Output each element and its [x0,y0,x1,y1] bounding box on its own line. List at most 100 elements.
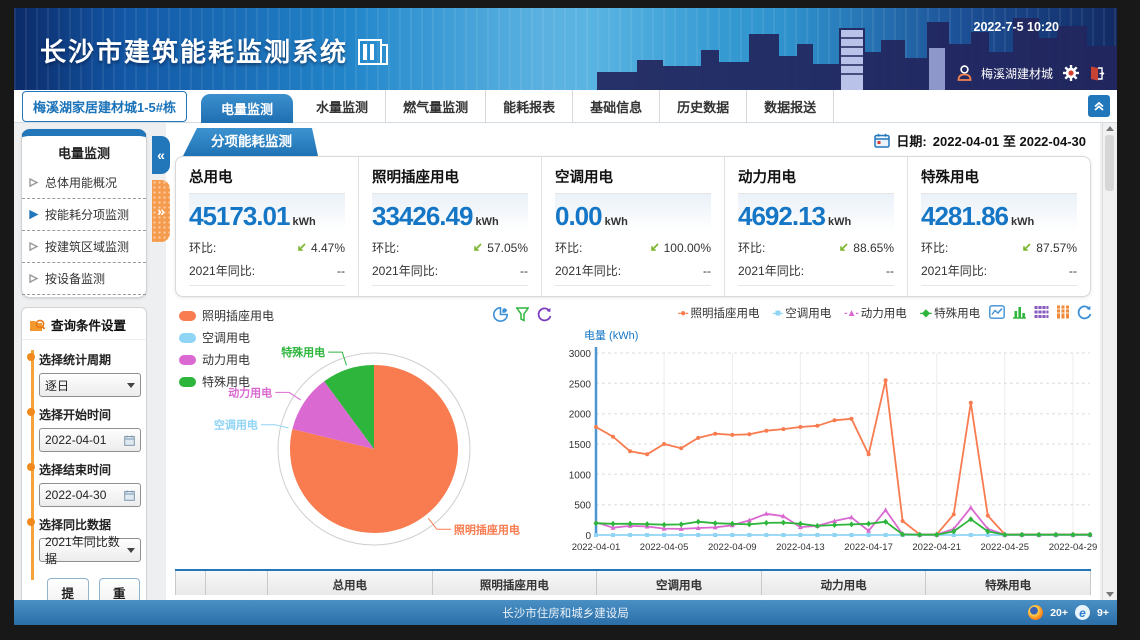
tab-electricity[interactable]: 电量监测 [201,94,293,123]
svg-text:1500: 1500 [569,440,592,451]
query-settings-panel: 查询条件设置 选择统计周期 逐日 选择开始时间 2022-04-01 [21,307,147,625]
nav-tabs: 电量监测 水量监测 燃气量监测 能耗报表 基础信息 历史数据 数据报送 [201,90,834,122]
date-range-display[interactable]: 日期: 2022-04-01 至 2022-04-30 [874,131,1086,150]
scroll-up-icon[interactable] [1106,126,1114,131]
sidebar-item-overall-usage[interactable]: 总体用能概况 [22,167,146,199]
svg-text:2022-04-01: 2022-04-01 [572,542,621,553]
calendar-input-icon [124,490,135,501]
stat-cards-panel: 总用电 45173.01kWh 环比:4.47% 2021年同比:-- --元 … [175,156,1091,297]
charts-row: 照明插座用电 空调用电 动力用电 特殊用电 照明插座用电空调用电动力用电特殊用电 [166,305,1100,567]
tab-gas[interactable]: 燃气量监测 [386,90,486,122]
filter-icon[interactable] [516,307,529,322]
start-date-input[interactable]: 2022-04-01 [39,428,141,452]
svg-text:2022-04-17: 2022-04-17 [844,542,893,553]
header-username[interactable]: 梅溪湖建材城 [981,65,1053,82]
svg-text:2022-04-21: 2022-04-21 [912,542,961,553]
period-select[interactable]: 逐日 [39,373,141,397]
tab-data-report[interactable]: 数据报送 [747,90,834,122]
sidebar-item-building-area[interactable]: 按建筑区域监测 [22,231,146,263]
table-header-cell: 照明插座用电 [433,571,598,595]
legend-item[interactable]: 特殊用电 [179,373,274,390]
legend-item[interactable]: 动力用电 [179,351,274,368]
tab-energy-report[interactable]: 能耗报表 [486,90,573,122]
end-date-label: 选择结束时间 [39,461,140,478]
cost-value: -- [372,293,383,297]
legend-marker: -●- [678,308,688,319]
svg-text:2022-04-25: 2022-04-25 [980,542,1029,553]
legend-swatch [179,311,196,321]
cost-value: -- [738,293,749,297]
trend-down-icon [296,242,307,253]
firefox-version-badge: 20+ [1050,607,1068,619]
line-chart[interactable]: 2022-04-012022-04-052022-04-092022-04-13… [560,339,1100,565]
compare-data-label: 选择同比数据 [39,516,140,533]
svg-text:特殊用电: 特殊用电 [281,345,325,359]
sidebar-collapse-left-icon[interactable]: « [152,136,170,174]
pennant-icon [29,273,39,284]
legend-item[interactable]: -●-照明插座用电 [678,305,760,321]
compare-data-select[interactable]: 2021年同比数据 [39,538,141,562]
collapse-up-icon[interactable] [1088,95,1110,117]
card-title: 空调用电 [555,166,711,194]
trend-down-icon [649,242,660,253]
sidebar-menu-title: 电量监测 [22,136,146,167]
line-chart-icon[interactable] [989,305,1005,319]
building-logo-icon [358,37,388,65]
legend-item[interactable]: -◆-特殊用电 [920,305,980,321]
date-label: 日期: [896,131,926,150]
line-chart-section: -●-照明插座用电 -■-空调用电 -▲-动力用电 -◆-特殊用电 [558,305,1100,567]
table-header-cell: 空调用电 [597,571,762,595]
card-title: 动力用电 [738,166,894,194]
trend-down-icon [472,242,483,253]
sidebar-expand-right-icon[interactable]: » [152,180,170,242]
svg-text:照明插座用电: 照明插座用电 [454,522,520,536]
screen: 长沙市建筑能耗监测系统 2022-7-5 10:20 梅溪湖建材城 [0,0,1140,640]
building-selector-button[interactable]: 梅溪湖家居建材城1-5#栋 [22,91,187,122]
card-value: 33426.49 [372,201,472,231]
tab-basic-info[interactable]: 基础信息 [573,90,660,122]
sidebar-item-subitem-monitor[interactable]: 按能耗分项监测 [22,199,146,231]
query-settings-icon [29,318,45,332]
tab-history-data[interactable]: 历史数据 [660,90,747,122]
legend-item[interactable]: -■-空调用电 [773,305,832,321]
start-date-label: 选择开始时间 [39,406,140,423]
chevron-down-icon [127,548,135,553]
card-value: 4692.13 [738,201,825,231]
pie-chart-icon[interactable] [493,307,508,322]
pennant-icon-active [29,209,39,220]
svg-text:2000: 2000 [569,410,592,421]
legend-item[interactable]: -▲-动力用电 [844,305,907,321]
sidebar-item-device-monitor[interactable]: 按设备监测 [22,263,146,295]
date-range-value: 2022-04-01 至 2022-04-30 [933,131,1086,150]
tab-water[interactable]: 水量监测 [299,90,386,122]
svg-text:2022-04-29: 2022-04-29 [1049,542,1098,553]
user-icon [957,65,972,81]
sidebar-menu-panel: 电量监测 总体用能概况 按能耗分项监测 按建筑区域监测 [21,129,147,298]
table-header-cell: 动力用电 [762,571,927,595]
scroll-down-icon[interactable] [1106,592,1114,597]
bar-chart-icon[interactable] [1012,305,1027,319]
pie-legend: 照明插座用电 空调用电 动力用电 特殊用电 [179,307,274,395]
refresh-icon[interactable] [537,307,552,322]
gear-icon[interactable] [1062,64,1080,82]
end-date-input[interactable]: 2022-04-30 [39,483,141,507]
svg-text:2022-04-13: 2022-04-13 [776,542,825,553]
table-columns-icon[interactable] [1056,305,1070,319]
table-header-cell: 总用电 [268,571,433,595]
table-rows-icon[interactable] [1034,305,1049,319]
query-form: 选择统计周期 逐日 选择开始时间 2022-04-01 选择结束时间 2022 [22,340,146,625]
ie-icon: e [1075,605,1090,620]
legend-item[interactable]: 照明插座用电 [179,307,274,324]
vertical-scrollbar[interactable] [1102,123,1115,600]
calendar-icon [874,133,890,148]
svg-text:3000: 3000 [569,349,592,360]
app-body: 电量监测 总体用能概况 按能耗分项监测 按建筑区域监测 [14,123,1117,600]
refresh-icon[interactable] [1077,305,1092,320]
svg-text:2022-04-05: 2022-04-05 [640,542,689,553]
card-title: 特殊用电 [921,166,1077,194]
calendar-input-icon [124,435,135,446]
logout-icon[interactable] [1089,65,1105,82]
legend-item[interactable]: 空调用电 [179,329,274,346]
scrollbar-thumb[interactable] [1105,135,1114,191]
card-title: 照明插座用电 [372,166,528,194]
